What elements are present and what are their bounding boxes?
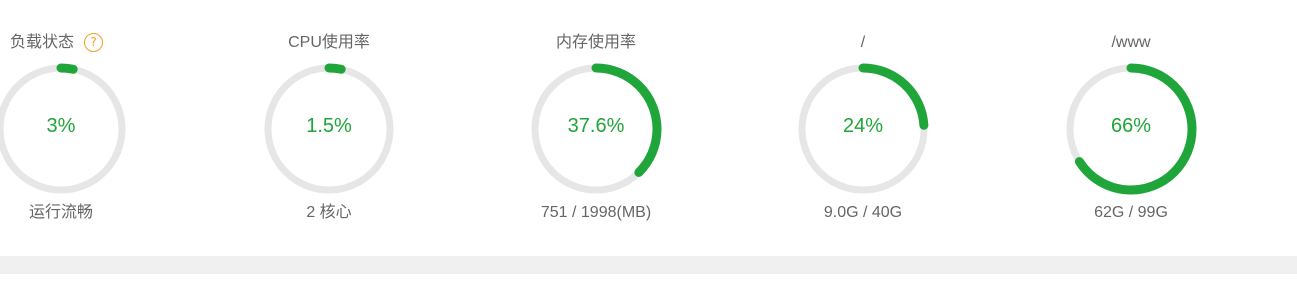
gauge-subtext: 751 / 1998(MB) [540,204,652,221]
gauge-disk-www[interactable]: /www 66% 62G / 99G [1061,0,1201,240]
gauge-subtext: 9.0G / 40G [823,204,903,221]
gauge-title: 内存使用率 [555,34,636,51]
gauge-value: 24% [842,115,884,137]
gauge-title: 负载状态? [10,33,150,53]
gauge-cpu[interactable]: CPU使用率 1.5% 2 核心 [259,0,399,240]
question-circle-icon[interactable]: ? [84,33,104,52]
gauge-load[interactable]: 负载状态? 3% 运行流畅 [0,0,131,240]
gauge-title: CPU使用率 [288,34,370,51]
gauge-subtext: 运行流畅 [28,204,93,221]
gauge-subtext: 2 核心 [306,204,352,221]
gauge-value: 66% [1110,115,1152,137]
gauge-value: 3% [46,115,76,137]
gauge-title: / [860,34,866,51]
section-divider [0,256,1297,274]
gauge-subtext: 62G / 99G [1094,204,1168,221]
gauge-disk-root[interactable]: / 24% 9.0G / 40G [793,0,933,240]
gauge-value: 1.5% [306,115,352,137]
status-panel: 负载状态? 3% 运行流畅 CPU使用率 1.5% 2 核心 内存使用率 37.… [0,0,1297,256]
gauge-value: 37.6% [567,115,625,137]
gauge-title: /www [1111,34,1151,51]
gauge-memory[interactable]: 内存使用率 37.6% 751 / 1998(MB) [526,0,666,240]
gauge-title-label: 负载状态 [10,34,75,51]
